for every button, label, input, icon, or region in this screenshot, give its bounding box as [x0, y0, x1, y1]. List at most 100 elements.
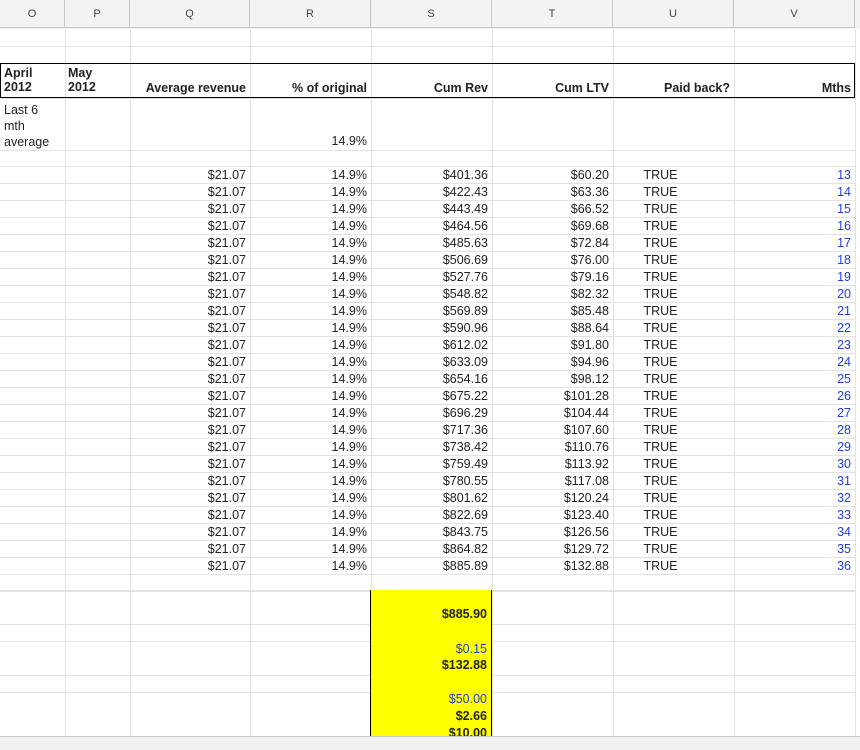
horizontal-scroll-area[interactable] — [0, 736, 860, 750]
cum-ltv-cell[interactable]: $72.84 — [492, 236, 609, 250]
column-header-s[interactable]: S — [371, 0, 492, 28]
cum-ltv-cell[interactable]: $117.08 — [492, 474, 609, 488]
pct-original-cell[interactable]: 14.9% — [250, 508, 367, 522]
mths-cell[interactable]: 20 — [734, 287, 851, 301]
average-revenue-cell[interactable]: $21.07 — [130, 287, 246, 301]
paid-back-cell[interactable]: TRUE — [613, 355, 708, 369]
pct-original-cell[interactable]: 14.9% — [250, 474, 367, 488]
cum-rev-cell[interactable]: $506.69 — [371, 253, 488, 267]
cum-ltv-cell[interactable]: $79.16 — [492, 270, 609, 284]
cum-ltv-cell[interactable]: $91.80 — [492, 338, 609, 352]
cum-ltv-cell[interactable]: $120.24 — [492, 491, 609, 505]
mths-cell[interactable]: 22 — [734, 321, 851, 335]
pct-original-cell[interactable]: 14.9% — [250, 202, 367, 216]
last-6-month-average-label[interactable]: Last 6 mth average — [4, 102, 49, 150]
mths-cell[interactable]: 33 — [734, 508, 851, 522]
cum-ltv-cell[interactable]: $132.88 — [492, 559, 609, 573]
mths-cell[interactable]: 16 — [734, 219, 851, 233]
cum-rev-cell[interactable]: $822.69 — [371, 508, 488, 522]
cum-rev-cell[interactable]: $633.09 — [371, 355, 488, 369]
cum-ltv-cell[interactable]: $85.48 — [492, 304, 609, 318]
cum-rev-cell[interactable]: $569.89 — [371, 304, 488, 318]
header-may-2012[interactable]: May 2012 — [68, 66, 96, 94]
average-pct-value[interactable]: 14.9% — [250, 134, 367, 148]
cum-rev-cell[interactable]: $527.76 — [371, 270, 488, 284]
cum-rev-cell[interactable]: $675.22 — [371, 389, 488, 403]
pct-original-cell[interactable]: 14.9% — [250, 321, 367, 335]
cum-ltv-cell[interactable]: $104.44 — [492, 406, 609, 420]
column-header-u[interactable]: U — [613, 0, 734, 28]
average-revenue-cell[interactable]: $21.07 — [130, 559, 246, 573]
paid-back-cell[interactable]: TRUE — [613, 287, 708, 301]
mths-cell[interactable]: 18 — [734, 253, 851, 267]
average-revenue-cell[interactable]: $21.07 — [130, 168, 246, 182]
average-revenue-cell[interactable]: $21.07 — [130, 406, 246, 420]
pct-original-cell[interactable]: 14.9% — [250, 491, 367, 505]
cum-rev-cell[interactable]: $696.29 — [371, 406, 488, 420]
average-revenue-cell[interactable]: $21.07 — [130, 338, 246, 352]
cum-ltv-cell[interactable]: $88.64 — [492, 321, 609, 335]
header-april-2012[interactable]: April 2012 — [4, 66, 32, 94]
pct-original-cell[interactable]: 14.9% — [250, 219, 367, 233]
pct-original-cell[interactable]: 14.9% — [250, 559, 367, 573]
paid-back-cell[interactable]: TRUE — [613, 406, 708, 420]
cum-ltv-cell[interactable]: $110.76 — [492, 440, 609, 454]
average-revenue-cell[interactable]: $21.07 — [130, 474, 246, 488]
header-average-revenue[interactable]: Average revenue — [130, 81, 246, 95]
mths-cell[interactable]: 32 — [734, 491, 851, 505]
cum-rev-cell[interactable]: $612.02 — [371, 338, 488, 352]
cum-ltv-cell[interactable]: $126.56 — [492, 525, 609, 539]
column-header-v[interactable]: V — [734, 0, 855, 28]
average-revenue-cell[interactable]: $21.07 — [130, 525, 246, 539]
mths-cell[interactable]: 14 — [734, 185, 851, 199]
pct-original-cell[interactable]: 14.9% — [250, 440, 367, 454]
paid-back-cell[interactable]: TRUE — [613, 457, 708, 471]
paid-back-cell[interactable]: TRUE — [613, 474, 708, 488]
average-revenue-cell[interactable]: $21.07 — [130, 304, 246, 318]
average-revenue-cell[interactable]: $21.07 — [130, 185, 246, 199]
mths-cell[interactable]: 30 — [734, 457, 851, 471]
cum-ltv-cell[interactable]: $82.32 — [492, 287, 609, 301]
cut-off-value[interactable]: $10.00 — [371, 726, 487, 736]
average-revenue-cell[interactable]: $21.07 — [130, 423, 246, 437]
paid-back-cell[interactable]: TRUE — [613, 236, 708, 250]
average-revenue-cell[interactable]: $21.07 — [130, 270, 246, 284]
cum-rev-cell[interactable]: $443.49 — [371, 202, 488, 216]
mths-cell[interactable]: 36 — [734, 559, 851, 573]
cum-ltv-cell[interactable]: $113.92 — [492, 457, 609, 471]
pct-original-cell[interactable]: 14.9% — [250, 355, 367, 369]
average-revenue-cell[interactable]: $21.07 — [130, 389, 246, 403]
mths-cell[interactable]: 28 — [734, 423, 851, 437]
average-revenue-cell[interactable]: $21.07 — [130, 542, 246, 556]
cum-rev-cell[interactable]: $422.43 — [371, 185, 488, 199]
cum-rev-cell[interactable]: $864.82 — [371, 542, 488, 556]
column-header-q[interactable]: Q — [130, 0, 250, 28]
cum-rev-cell[interactable]: $717.36 — [371, 423, 488, 437]
cum-ltv-cell[interactable]: $66.52 — [492, 202, 609, 216]
mths-cell[interactable]: 19 — [734, 270, 851, 284]
pct-original-cell[interactable]: 14.9% — [250, 304, 367, 318]
paid-back-cell[interactable]: TRUE — [613, 338, 708, 352]
pct-original-cell[interactable]: 14.9% — [250, 542, 367, 556]
average-revenue-cell[interactable]: $21.07 — [130, 508, 246, 522]
pct-original-cell[interactable]: 14.9% — [250, 270, 367, 284]
mths-cell[interactable]: 13 — [734, 168, 851, 182]
header-paid-back[interactable]: Paid back? — [613, 81, 730, 95]
pct-original-cell[interactable]: 14.9% — [250, 287, 367, 301]
mths-cell[interactable]: 17 — [734, 236, 851, 250]
cum-ltv-cell[interactable]: $107.60 — [492, 423, 609, 437]
average-revenue-cell[interactable]: $21.07 — [130, 321, 246, 335]
pct-original-cell[interactable]: 14.9% — [250, 389, 367, 403]
ltv-value[interactable]: $132.88 — [371, 658, 487, 672]
mths-cell[interactable]: 24 — [734, 355, 851, 369]
paid-back-cell[interactable]: TRUE — [613, 491, 708, 505]
average-revenue-cell[interactable]: $21.07 — [130, 491, 246, 505]
pct-original-cell[interactable]: 14.9% — [250, 423, 367, 437]
cum-rev-cell[interactable]: $801.62 — [371, 491, 488, 505]
average-revenue-cell[interactable]: $21.07 — [130, 202, 246, 216]
cum-rev-cell[interactable]: $401.36 — [371, 168, 488, 182]
mths-cell[interactable]: 26 — [734, 389, 851, 403]
paid-back-cell[interactable]: TRUE — [613, 389, 708, 403]
cum-ltv-cell[interactable]: $60.20 — [492, 168, 609, 182]
mths-cell[interactable]: 34 — [734, 525, 851, 539]
